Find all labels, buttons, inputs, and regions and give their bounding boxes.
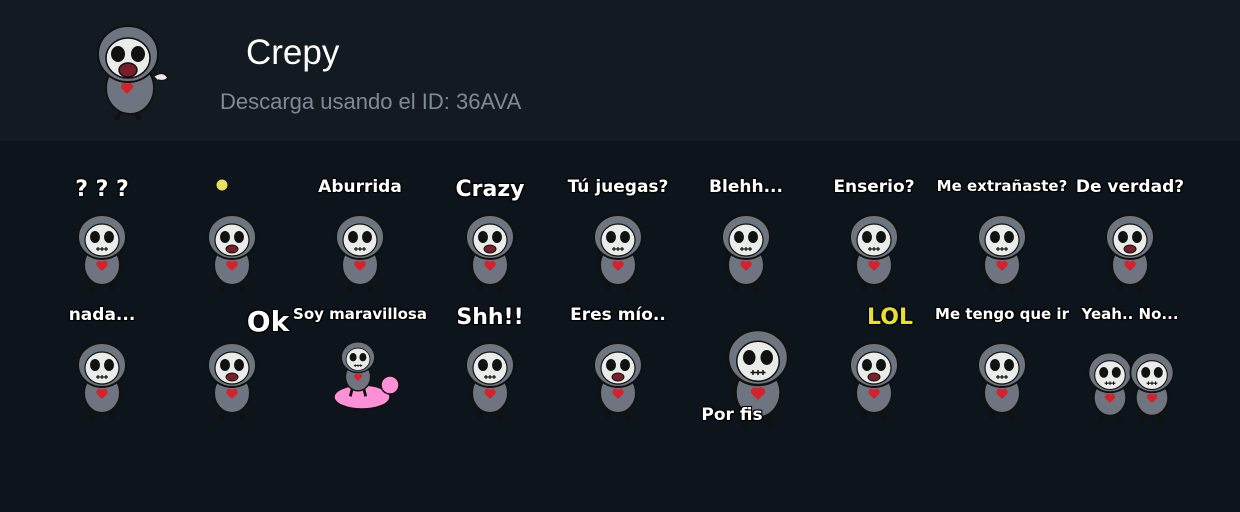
sticker-lol[interactable]: LOL: [812, 305, 936, 429]
sticker-caption: Me extrañaste?: [936, 177, 1068, 195]
sticker-blehh[interactable]: Blehh...: [684, 177, 808, 301]
sticker-caption: Tú juegas?: [567, 177, 669, 197]
sticker-caption: De verdad?: [1075, 177, 1185, 197]
sticker-have-to-go[interactable]: Me tengo que ir: [935, 305, 1069, 429]
sticker-idea-art: [207, 178, 257, 294]
sticker-nada[interactable]: nada...: [40, 305, 164, 429]
pack-subtitle: Descarga usando el ID: 36AVA: [220, 89, 522, 114]
sticker-gaming[interactable]: Tú juegas?: [556, 177, 680, 301]
sticker-have-to-go-art: [977, 342, 1027, 422]
sticker-confused[interactable]: ? ? ?: [40, 177, 164, 301]
sticker-marvelous-art: [333, 341, 400, 410]
sticker-really[interactable]: De verdad?: [1068, 177, 1192, 301]
pack-icon[interactable]: [80, 18, 180, 122]
sticker-caption: Aburrida: [318, 177, 402, 197]
sticker-serious[interactable]: Enserio?: [812, 177, 936, 301]
sticker-caption: Blehh...: [709, 177, 783, 197]
sticker-caption: Me tengo que ir: [935, 305, 1069, 323]
pack-header: Crepy Descarga usando el ID: 36AVA: [0, 0, 1240, 141]
sticker-shh[interactable]: Shh!!: [428, 305, 552, 429]
sticker-yours[interactable]: Eres mío..: [556, 305, 680, 429]
sticker-marvelous[interactable]: Soy maravillosa: [293, 305, 427, 429]
pack-title: Crepy: [246, 33, 340, 72]
sticker-crazy[interactable]: Crazy: [428, 177, 552, 301]
sticker-please[interactable]: Por fis: [684, 305, 808, 429]
sticker-caption: ? ? ?: [75, 177, 129, 202]
sticker-bored[interactable]: Aburrida: [298, 177, 422, 301]
sticker-miss-me-art: [977, 214, 1027, 294]
sticker-idea[interactable]: [170, 177, 294, 301]
sticker-caption: Crazy: [455, 177, 525, 202]
sticker-caption: Enserio?: [833, 177, 915, 197]
sticker-caption: nada...: [68, 305, 136, 325]
sticker-caption: Eres mío..: [570, 305, 666, 325]
sticker-caption: Soy maravillosa: [293, 305, 427, 323]
sticker-caption: Por fis: [701, 405, 763, 425]
sticker-yeah-no[interactable]: Yeah.. No...: [1068, 305, 1192, 429]
sticker-miss-me[interactable]: Me extrañaste?: [937, 177, 1067, 301]
sticker-yeah-no-art: [1087, 351, 1175, 424]
sticker-caption: Yeah.. No...: [1081, 305, 1179, 323]
sticker-ok[interactable]: Ok: [170, 305, 294, 429]
sticker-grid: ? ? ? Aburrida Crazy Tú juegas? Blehh... Ense…: [0, 141, 1240, 512]
sticker-caption: Shh!!: [456, 305, 524, 330]
